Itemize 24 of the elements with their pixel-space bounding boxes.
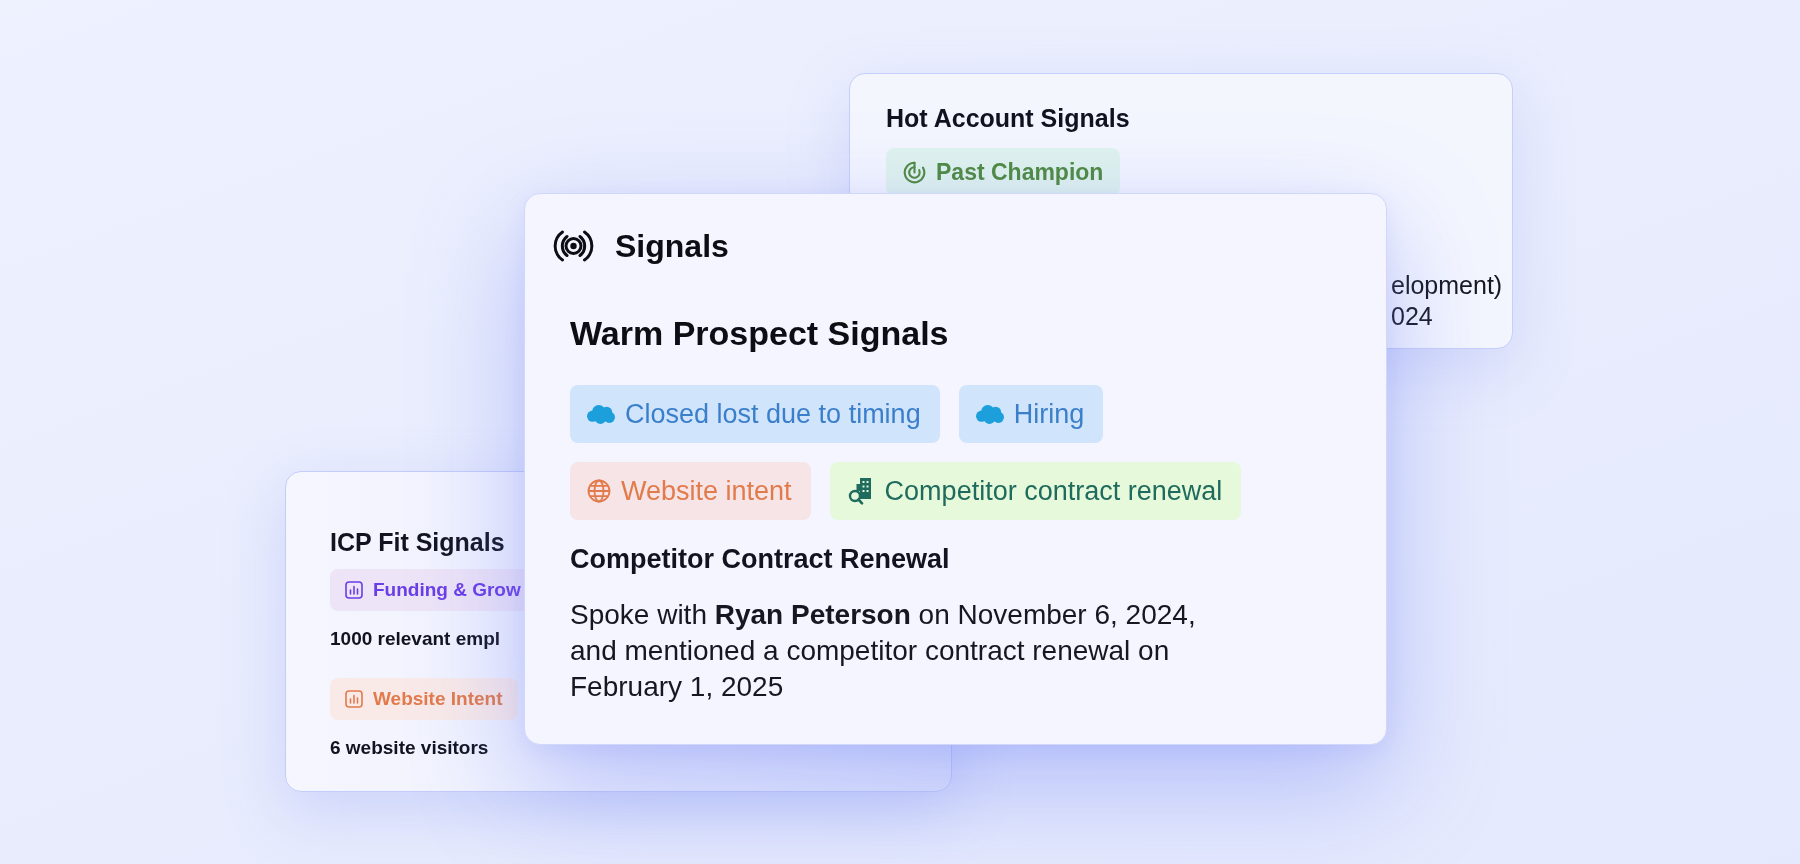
signal-detail-text: 6 website visitors xyxy=(330,736,489,760)
signal-detail-text: 024 xyxy=(1391,301,1433,332)
tag-label: Past Champion xyxy=(936,158,1104,186)
cloud-icon xyxy=(587,404,615,424)
tag-label: Funding & Grow xyxy=(373,579,521,601)
cloud-icon xyxy=(975,404,1004,424)
bar-chart-icon xyxy=(345,581,363,599)
card-title: ICP Fit Signals xyxy=(330,527,505,557)
signal-detail-text: 1000 relevant empl xyxy=(330,627,501,651)
tag-label: Website Intent xyxy=(373,688,503,710)
broadcast-icon xyxy=(553,230,594,262)
tag-label: Closed lost due to timing xyxy=(625,398,921,430)
card-title: Hot Account Signals xyxy=(886,103,1130,133)
card-title: Signals xyxy=(615,227,729,266)
tag-label: Hiring xyxy=(1013,398,1085,430)
signal-description: Spoke with Ryan Peterson on November 6, 2024, and mentioned a competitor contract renewal on February 1, 2025 xyxy=(570,598,1197,704)
bar-chart-icon xyxy=(345,690,363,708)
globe-icon xyxy=(587,479,611,503)
tag-label: Website intent xyxy=(621,475,792,507)
detail-title: Competitor Contract Renewal xyxy=(570,543,950,575)
target-icon xyxy=(903,160,926,184)
tag-label: Competitor contract renewal xyxy=(884,475,1223,507)
section-title: Warm Prospect Signals xyxy=(570,313,949,354)
signal-detail-text: elopment) xyxy=(1391,270,1503,301)
